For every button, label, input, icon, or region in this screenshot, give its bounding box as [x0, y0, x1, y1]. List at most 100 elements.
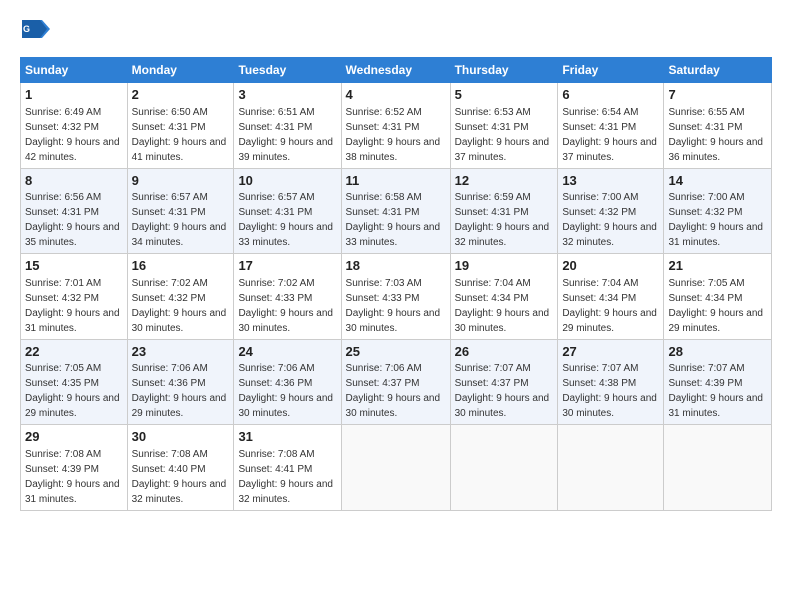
day-cell: 24 Sunrise: 7:06 AMSunset: 4:36 PMDayligh…	[234, 339, 341, 425]
day-info: Sunrise: 6:58 AMSunset: 4:31 PMDaylight:…	[346, 192, 441, 248]
day-info: Sunrise: 6:49 AMSunset: 4:32 PMDaylight:…	[25, 107, 120, 163]
day-info: Sunrise: 6:57 AMSunset: 4:31 PMDaylight:…	[238, 192, 333, 248]
day-number: 22	[25, 343, 123, 361]
day-info: Sunrise: 7:05 AMSunset: 4:34 PMDaylight:…	[668, 278, 763, 334]
day-number: 31	[238, 428, 336, 446]
main-container: G SundayMondayTuesdayWednesdayThursdayFr…	[0, 0, 792, 521]
day-cell: 21 Sunrise: 7:05 AMSunset: 4:34 PMDayligh…	[664, 254, 772, 340]
day-number: 17	[238, 257, 336, 275]
day-cell: 23Sunrise: 7:06 AMSunset: 4:36 PMDayligh…	[127, 339, 234, 425]
day-cell: 13 Sunrise: 7:00 AMSunset: 4:32 PMDayligh…	[558, 168, 664, 254]
day-number: 20	[562, 257, 659, 275]
day-info: Sunrise: 7:06 AMSunset: 4:37 PMDaylight:…	[346, 363, 441, 419]
day-cell: 17 Sunrise: 7:02 AMSunset: 4:33 PMDayligh…	[234, 254, 341, 340]
day-info: Sunrise: 6:51 AMSunset: 4:31 PMDaylight:…	[238, 107, 333, 163]
day-number: 6	[562, 86, 659, 104]
day-cell: 28Sunrise: 7:07 AMSunset: 4:39 PMDayligh…	[664, 339, 772, 425]
day-number: 11	[346, 172, 446, 190]
day-number: 10	[238, 172, 336, 190]
day-info: Sunrise: 7:08 AMSunset: 4:39 PMDaylight:…	[25, 449, 120, 505]
day-info: Sunrise: 7:05 AMSunset: 4:35 PMDaylight:…	[25, 363, 120, 419]
svg-text:G: G	[23, 24, 30, 34]
day-info: Sunrise: 7:00 AMSunset: 4:32 PMDaylight:…	[668, 192, 763, 248]
day-number: 16	[132, 257, 230, 275]
day-number: 23	[132, 343, 230, 361]
day-cell: 26 Sunrise: 7:07 AMSunset: 4:37 PMDayligh…	[450, 339, 558, 425]
day-cell: 14 Sunrise: 7:00 AMSunset: 4:32 PMDayligh…	[664, 168, 772, 254]
day-number: 14	[668, 172, 767, 190]
day-number: 30	[132, 428, 230, 446]
week-row-5: 29 Sunrise: 7:08 AMSunset: 4:39 PMDayligh…	[21, 425, 772, 511]
day-number: 3	[238, 86, 336, 104]
day-info: Sunrise: 7:00 AMSunset: 4:32 PMDaylight:…	[562, 192, 657, 248]
day-cell: 19Sunrise: 7:04 AMSunset: 4:34 PMDayligh…	[450, 254, 558, 340]
day-cell: 29 Sunrise: 7:08 AMSunset: 4:39 PMDayligh…	[21, 425, 128, 511]
day-cell: 6 Sunrise: 6:54 AMSunset: 4:31 PMDaylight…	[558, 83, 664, 169]
week-row-3: 15 Sunrise: 7:01 AMSunset: 4:32 PMDayligh…	[21, 254, 772, 340]
day-info: Sunrise: 7:07 AMSunset: 4:39 PMDaylight:…	[668, 363, 763, 419]
day-info: Sunrise: 7:01 AMSunset: 4:32 PMDaylight:…	[25, 278, 120, 334]
day-cell: 22 Sunrise: 7:05 AMSunset: 4:35 PMDayligh…	[21, 339, 128, 425]
day-cell	[558, 425, 664, 511]
day-info: Sunrise: 6:54 AMSunset: 4:31 PMDaylight:…	[562, 107, 657, 163]
day-info: Sunrise: 7:08 AMSunset: 4:40 PMDaylight:…	[132, 449, 227, 505]
day-info: Sunrise: 7:04 AMSunset: 4:34 PMDaylight:…	[562, 278, 657, 334]
day-cell: 16 Sunrise: 7:02 AMSunset: 4:32 PMDayligh…	[127, 254, 234, 340]
day-number: 9	[132, 172, 230, 190]
day-number: 26	[455, 343, 554, 361]
day-cell: 8 Sunrise: 6:56 AMSunset: 4:31 PMDaylight…	[21, 168, 128, 254]
day-info: Sunrise: 6:50 AMSunset: 4:31 PMDaylight:…	[132, 107, 227, 163]
day-cell: 31 Sunrise: 7:08 AMSunset: 4:41 PMDayligh…	[234, 425, 341, 511]
day-info: Sunrise: 7:08 AMSunset: 4:41 PMDaylight:…	[238, 449, 333, 505]
day-cell: 20 Sunrise: 7:04 AMSunset: 4:34 PMDayligh…	[558, 254, 664, 340]
col-header-thursday: Thursday	[450, 58, 558, 83]
day-info: Sunrise: 7:02 AMSunset: 4:32 PMDaylight:…	[132, 278, 227, 334]
calendar-table: SundayMondayTuesdayWednesdayThursdayFrid…	[20, 57, 772, 511]
day-cell: 11 Sunrise: 6:58 AMSunset: 4:31 PMDayligh…	[341, 168, 450, 254]
day-number: 8	[25, 172, 123, 190]
day-info: Sunrise: 6:59 AMSunset: 4:31 PMDaylight:…	[455, 192, 550, 248]
day-number: 12	[455, 172, 554, 190]
logo: G	[20, 18, 56, 45]
day-number: 29	[25, 428, 123, 446]
day-cell: 12 Sunrise: 6:59 AMSunset: 4:31 PMDayligh…	[450, 168, 558, 254]
header: G	[20, 18, 772, 45]
day-cell: 30 Sunrise: 7:08 AMSunset: 4:40 PMDayligh…	[127, 425, 234, 511]
col-header-saturday: Saturday	[664, 58, 772, 83]
day-info: Sunrise: 7:07 AMSunset: 4:38 PMDaylight:…	[562, 363, 657, 419]
day-cell	[450, 425, 558, 511]
day-info: Sunrise: 7:07 AMSunset: 4:37 PMDaylight:…	[455, 363, 550, 419]
day-info: Sunrise: 7:02 AMSunset: 4:33 PMDaylight:…	[238, 278, 333, 334]
day-cell: 1Sunrise: 6:49 AMSunset: 4:32 PMDaylight…	[21, 83, 128, 169]
day-info: Sunrise: 6:56 AMSunset: 4:31 PMDaylight:…	[25, 192, 120, 248]
day-cell: 10 Sunrise: 6:57 AMSunset: 4:31 PMDayligh…	[234, 168, 341, 254]
day-info: Sunrise: 7:06 AMSunset: 4:36 PMDaylight:…	[238, 363, 333, 419]
day-cell: 3 Sunrise: 6:51 AMSunset: 4:31 PMDaylight…	[234, 83, 341, 169]
day-cell: 2Sunrise: 6:50 AMSunset: 4:31 PMDaylight…	[127, 83, 234, 169]
day-cell: 15 Sunrise: 7:01 AMSunset: 4:32 PMDayligh…	[21, 254, 128, 340]
day-info: Sunrise: 6:55 AMSunset: 4:31 PMDaylight:…	[668, 107, 763, 163]
logo-flag-area: G	[20, 18, 52, 45]
day-cell: 27Sunrise: 7:07 AMSunset: 4:38 PMDayligh…	[558, 339, 664, 425]
day-number: 15	[25, 257, 123, 275]
day-number: 7	[668, 86, 767, 104]
logo-flag-svg: G	[20, 18, 52, 40]
day-cell: 25 Sunrise: 7:06 AMSunset: 4:37 PMDayligh…	[341, 339, 450, 425]
day-number: 13	[562, 172, 659, 190]
day-cell: 18Sunrise: 7:03 AMSunset: 4:33 PMDayligh…	[341, 254, 450, 340]
day-number: 4	[346, 86, 446, 104]
day-number: 21	[668, 257, 767, 275]
col-header-wednesday: Wednesday	[341, 58, 450, 83]
day-number: 5	[455, 86, 554, 104]
week-row-2: 8 Sunrise: 6:56 AMSunset: 4:31 PMDaylight…	[21, 168, 772, 254]
day-number: 25	[346, 343, 446, 361]
day-cell: 4Sunrise: 6:52 AMSunset: 4:31 PMDaylight…	[341, 83, 450, 169]
day-cell: 9 Sunrise: 6:57 AMSunset: 4:31 PMDaylight…	[127, 168, 234, 254]
day-info: Sunrise: 6:57 AMSunset: 4:31 PMDaylight:…	[132, 192, 227, 248]
day-info: Sunrise: 7:04 AMSunset: 4:34 PMDaylight:…	[455, 278, 550, 334]
day-cell: 5Sunrise: 6:53 AMSunset: 4:31 PMDaylight…	[450, 83, 558, 169]
day-number: 24	[238, 343, 336, 361]
calendar-header-row: SundayMondayTuesdayWednesdayThursdayFrid…	[21, 58, 772, 83]
day-number: 18	[346, 257, 446, 275]
col-header-sunday: Sunday	[21, 58, 128, 83]
